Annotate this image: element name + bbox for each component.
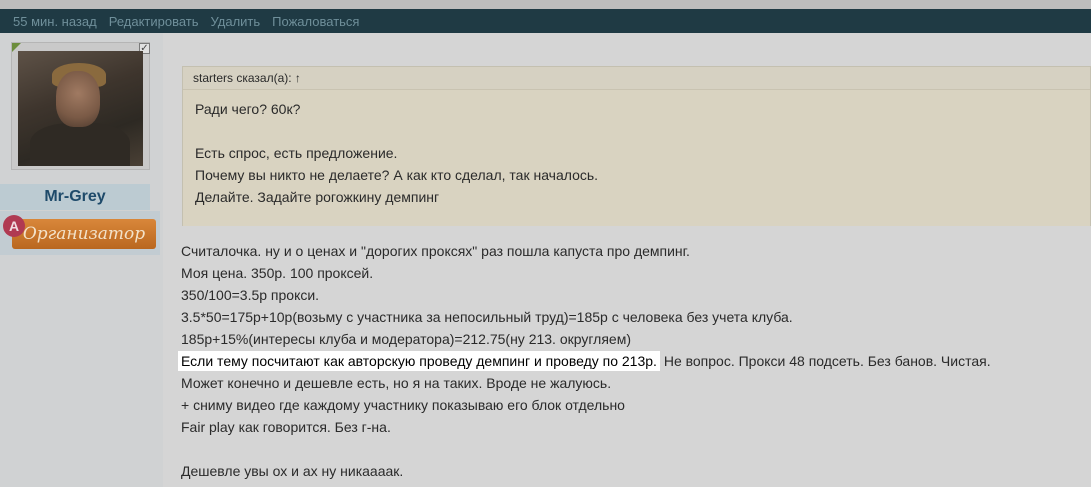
avatar-body-shape — [30, 123, 130, 166]
edit-link[interactable]: Редактировать — [109, 14, 199, 29]
avatar[interactable] — [18, 51, 143, 166]
text-selection-highlight[interactable]: Если тему посчитают как авторскую провед… — [178, 351, 660, 371]
post-line: 185р+15%(интересы клуба и модератора)=21… — [181, 331, 631, 347]
quote-line: Есть спрос, есть предложение. — [195, 145, 398, 161]
author-panel: ✓ Mr-Grey Организатор A — [0, 33, 163, 487]
role-badge: Организатор A — [0, 211, 160, 255]
top-strip — [0, 0, 1091, 9]
post-line: 3.5*50=175р+10р(возьму с участника за не… — [181, 309, 793, 325]
quote-block: starters сказал(а): ↑ Ради чего? 60к? Ес… — [182, 66, 1091, 226]
post-line: Fair play как говорится. Без г-на. — [181, 419, 391, 435]
post-time-link[interactable]: 55 мин. назад — [13, 14, 97, 29]
post-line-highlighted: Если тему посчитают как авторскую провед… — [178, 351, 991, 371]
post-line: Считалочка. ну и о ценах и "дорогих прок… — [181, 243, 690, 259]
post-line-rest: Не вопрос. Прокси 48 подсеть. Без банов.… — [659, 353, 991, 369]
post-line: Может конечно и дешевле есть, но я на та… — [181, 375, 612, 391]
quote-line: Делайте. Задайте рогожкину демпинг — [195, 189, 440, 205]
post-line: Моя цена. 350р. 100 проксей. — [181, 265, 374, 281]
post-line: Дешевле увы ох и ах ну никаааак. — [181, 463, 404, 479]
quote-line: Ради чего? 60к? — [195, 101, 301, 117]
quote-header[interactable]: starters сказал(а): ↑ — [183, 67, 1090, 89]
quote-line: Почему вы никто не делаете? А как кто сд… — [195, 167, 599, 183]
role-letter-icon: A — [3, 215, 25, 237]
report-link[interactable]: Пожаловаться — [272, 14, 359, 29]
role-label: Организатор — [12, 219, 156, 249]
avatar-frame: ✓ — [11, 42, 150, 170]
avatar-face-shape — [56, 71, 100, 127]
username[interactable]: Mr-Grey — [0, 184, 150, 210]
post-line: 350/100=3.5р прокси. — [181, 287, 320, 303]
post-line: + сниму видео где каждому участнику пока… — [181, 397, 625, 413]
post-action-bar: 55 мин. назад Редактировать Удалить Пожа… — [0, 9, 1091, 33]
delete-link[interactable]: Удалить — [211, 14, 261, 29]
post-container: ✓ Mr-Grey Организатор A starters сказал(… — [0, 33, 1091, 487]
quote-body: Ради чего? 60к? Есть спрос, есть предлож… — [183, 89, 1090, 226]
